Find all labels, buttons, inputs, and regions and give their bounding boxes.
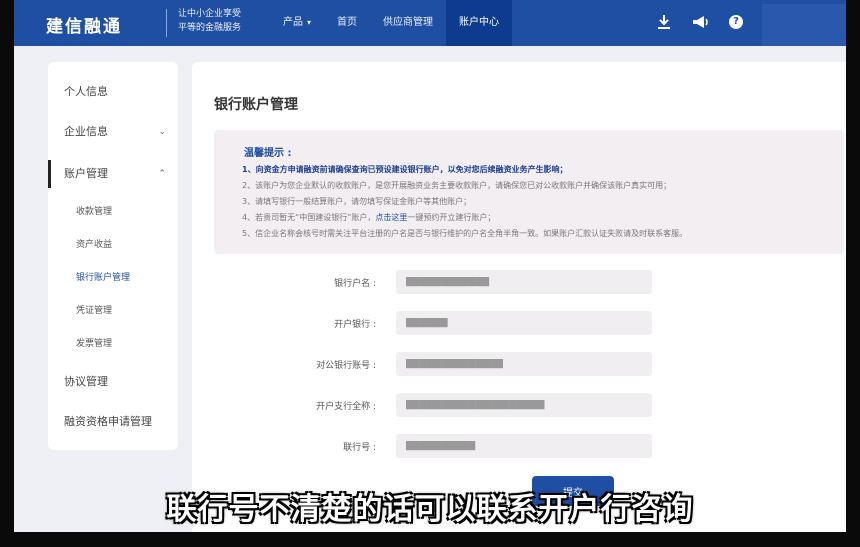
sidebar-item-financing-qualification[interactable]: 融资资格申请管理 [48, 404, 178, 440]
nav-item-label: 供应商管理 [383, 17, 434, 28]
megaphone-icon[interactable] [690, 11, 710, 33]
notice-line: 5、信企业名称会核号时需关注平台注册的户名是否与银行维护的户名全角半角一致。如果… [242, 229, 688, 238]
sidebar-item-agreement[interactable]: 协议管理 [48, 364, 178, 400]
sidebar-item-account-management[interactable]: 账户管理 ⌃ [48, 156, 178, 192]
form-row-account-number: 对公银行账号 : [192, 352, 846, 378]
nav-item-label: 账户中心 [459, 17, 500, 28]
nav-item-label: 产品 [283, 17, 303, 28]
form-label: 对公银行账号 : [316, 361, 376, 371]
notice-title: 温馨提示 : [244, 148, 292, 159]
help-glyph: ? [729, 15, 743, 29]
sidebar-item-label: 融资资格申请管理 [64, 415, 152, 428]
notice-line: 4、若贵司暂无“中国建设银行”账户，点击这里一键预约开立建行账户； [242, 212, 495, 223]
sidebar-item-label: 企业信息 [64, 125, 108, 138]
chevron-down-icon: ▾ [307, 18, 312, 27]
sidebar-item-personal-info[interactable]: 个人信息 [48, 74, 178, 110]
nav-item-label: 首页 [337, 17, 358, 28]
notice-box: 温馨提示 : 1、向资金方申请融资前请确保查询已预设建设银行账户，以免对您后续融… [214, 130, 844, 254]
top-navigation-bar: 建信融通 让中小企业享受 平等的金融服务 产品 ▾ 首页 供应商管理 账户中心 [14, 0, 846, 46]
notice-line: 2、该账户为您企业默认的收款账户，是您开展融资业务主要收款账户，请确保您已对公收… [242, 181, 672, 190]
sidebar-subitem-asset-income[interactable]: 资产收益 [48, 233, 178, 257]
notice-line-text: 4、若贵司暂无“中国建设银行”账户， [242, 213, 376, 222]
form-row-branch: 开户支行全称 : [192, 393, 846, 419]
sidebar-subitem-label: 银行账户管理 [76, 273, 131, 283]
sidebar-subitem-label: 发票管理 [76, 339, 113, 349]
header-icon-group: ? [654, 11, 746, 33]
form-row-account-name: 银行户名 : [192, 270, 846, 296]
sidebar-item-label: 账户管理 [64, 167, 108, 180]
form-label: 开户支行全称 : [316, 402, 376, 412]
chevron-up-icon: ⌃ [158, 169, 166, 179]
notice-line-text: 一键预约开立建行账户； [407, 213, 496, 222]
brand-logo[interactable]: 建信融通 [46, 12, 122, 37]
account-number-field[interactable] [396, 352, 652, 376]
slogan-line-2: 平等的金融服务 [178, 23, 242, 33]
bank-field[interactable] [396, 311, 652, 335]
video-subtitle: 联行号不清楚的话可以联系开户行咨询 [166, 492, 694, 527]
nav-item-products[interactable]: 产品 ▾ [270, 0, 324, 46]
sidebar-item-label: 个人信息 [64, 85, 108, 98]
slogan-line-1: 让中小企业享受 [178, 9, 242, 19]
main-nav: 产品 ▾ 首页 供应商管理 账户中心 [270, 0, 513, 46]
user-menu-area[interactable] [762, 4, 846, 46]
bank-code-field[interactable] [396, 434, 652, 458]
sidebar: 个人信息 企业信息 ⌄ 账户管理 ⌃ 收款管理 资产收益 银行账户管理 凭证管理… [48, 62, 178, 450]
form-label: 银行户名 : [334, 279, 376, 289]
notice-line: 3、请填写银行一般结算账户，请勿填写保证金账户等其他账户； [242, 197, 472, 206]
sidebar-subitem-label: 收款管理 [76, 207, 113, 217]
nav-item-account-center[interactable]: 账户中心 [446, 0, 513, 46]
open-account-link[interactable]: 点击这里 [375, 213, 407, 222]
form-row-bank: 开户银行 : [192, 311, 846, 337]
sidebar-item-company-info[interactable]: 企业信息 ⌄ [48, 114, 178, 150]
sidebar-subitem-bank-account[interactable]: 银行账户管理 [48, 266, 178, 290]
branch-name-field[interactable] [396, 393, 652, 417]
nav-item-supplier-management[interactable]: 供应商管理 [370, 0, 446, 46]
app-screen: 建信融通 让中小企业享受 平等的金融服务 产品 ▾ 首页 供应商管理 账户中心 [14, 0, 846, 532]
download-icon[interactable] [654, 11, 674, 33]
main-content: 银行账户管理 温馨提示 : 1、向资金方申请融资前请确保查询已预设建设银行账户，… [192, 62, 846, 532]
form-row-bank-code: 联行号 : [192, 434, 846, 460]
form-label: 联行号 : [343, 443, 376, 453]
help-icon[interactable]: ? [726, 11, 746, 33]
logo-divider [166, 9, 167, 37]
sidebar-subitem-label: 凭证管理 [76, 306, 113, 316]
nav-item-home[interactable]: 首页 [324, 0, 370, 46]
sidebar-subitem-voucher[interactable]: 凭证管理 [48, 299, 178, 323]
sidebar-subitem-label: 资产收益 [76, 240, 113, 250]
notice-line: 1、向资金方申请融资前请确保查询已预设建设银行账户，以免对您后续融资业务产生影响… [242, 165, 568, 174]
sidebar-item-label: 协议管理 [64, 375, 108, 388]
account-name-field[interactable] [396, 270, 652, 294]
chevron-down-icon: ⌄ [158, 127, 166, 137]
sidebar-subitem-payment[interactable]: 收款管理 [48, 200, 178, 224]
brand-slogan: 让中小企业享受 平等的金融服务 [178, 7, 241, 35]
form-label: 开户银行 : [334, 320, 376, 330]
sidebar-subitem-invoice[interactable]: 发票管理 [48, 332, 178, 356]
page-title: 银行账户管理 [214, 97, 298, 113]
